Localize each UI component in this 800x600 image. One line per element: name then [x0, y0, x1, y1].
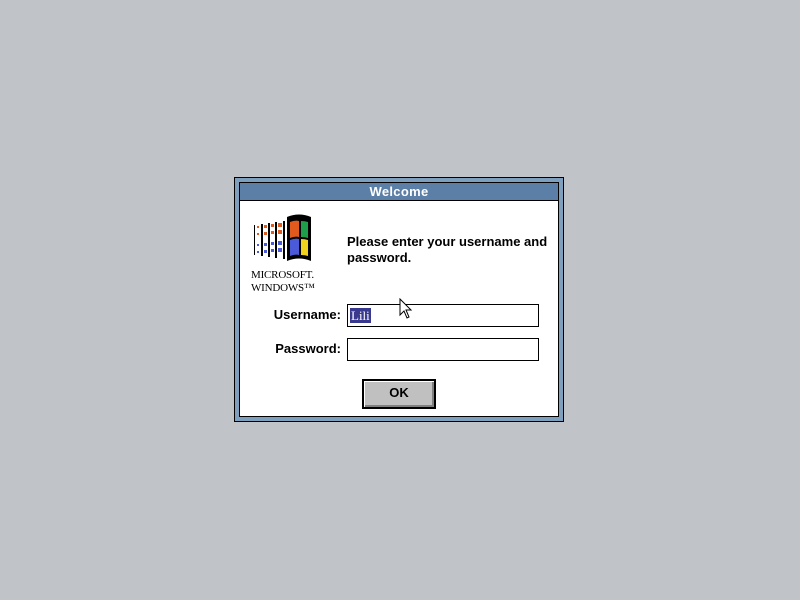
username-label: Username: — [273, 307, 341, 322]
desktop: Welcome MICROSOFT. WINDOWS™ Please enter… — [0, 0, 800, 600]
ok-button[interactable]: OK — [362, 379, 436, 409]
password-input[interactable] — [347, 338, 539, 361]
dialog-title[interactable]: Welcome — [240, 183, 558, 201]
mouse-cursor-icon — [399, 298, 413, 319]
dialog-prompt: Please enter your username and password. — [347, 234, 548, 265]
username-value: Lili — [350, 308, 371, 323]
logo-text-microsoft: MICROSOFT. — [251, 269, 314, 281]
username-input[interactable]: Lili — [347, 304, 539, 327]
password-label: Password: — [275, 341, 341, 356]
logo-text-windows: WINDOWS™ — [251, 282, 315, 294]
